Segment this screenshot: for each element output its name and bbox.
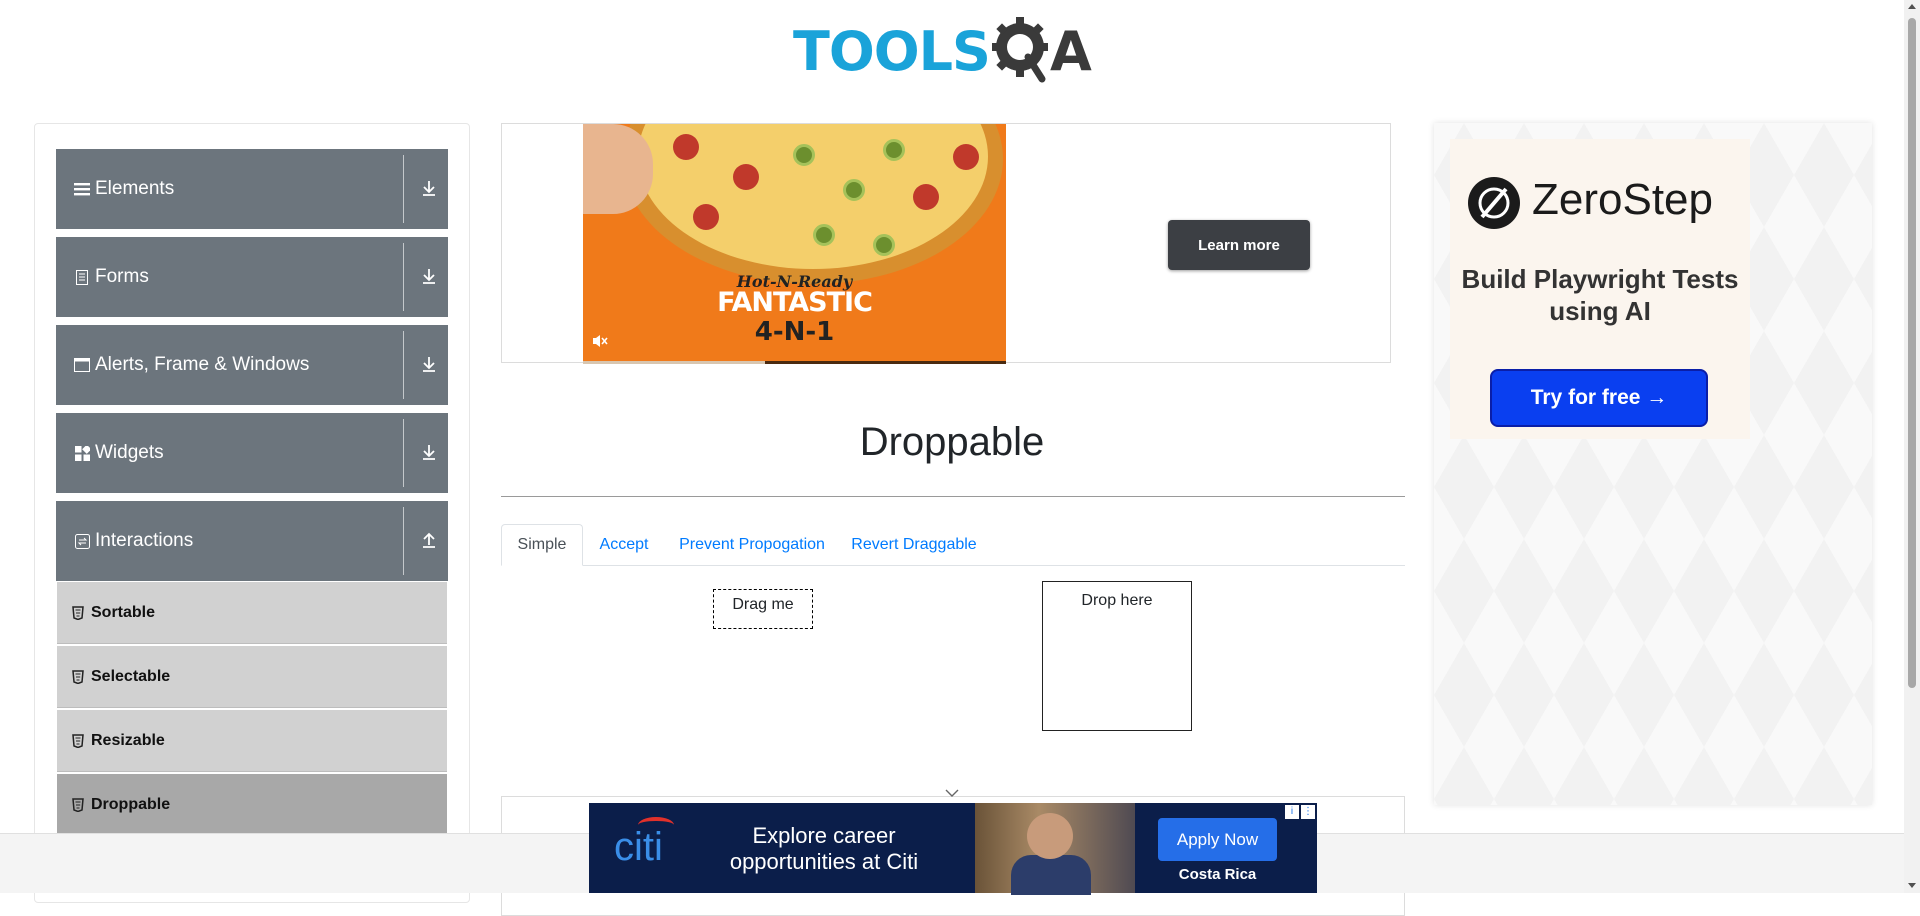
location-label: Costa Rica bbox=[1178, 866, 1257, 883]
tab-revert-draggable[interactable]: Revert Draggable bbox=[839, 524, 989, 566]
ad-headline: FANTASTIC bbox=[717, 287, 873, 318]
html5-icon bbox=[72, 733, 84, 748]
ad-options-icon[interactable]: ⋮ bbox=[1301, 805, 1315, 819]
pepperoni bbox=[693, 204, 719, 230]
pizza-ad-image[interactable]: Hot-N-Ready FANTASTIC 4-N-1 bbox=[583, 124, 1006, 364]
widgets-icon bbox=[73, 444, 91, 462]
sidebar-group-label: Interactions bbox=[95, 530, 194, 551]
jalapeno bbox=[883, 139, 905, 161]
download-arrow-icon[interactable] bbox=[418, 353, 440, 375]
learn-more-button[interactable]: Learn more bbox=[1168, 220, 1310, 270]
page-title: Droppable bbox=[859, 420, 1045, 464]
sidebar-item-selectable[interactable]: Selectable bbox=[57, 646, 447, 708]
sidebar-group-label: Alerts, Frame & Windows bbox=[95, 354, 310, 375]
sidebar-item-label: Droppable bbox=[91, 795, 171, 813]
upload-arrow-icon[interactable] bbox=[418, 529, 440, 551]
gear-magnifier-icon bbox=[991, 17, 1048, 83]
sidebar-group-label: Forms bbox=[95, 266, 149, 287]
sidebar-group-elements[interactable]: Elements bbox=[56, 149, 448, 229]
jalapeno bbox=[793, 144, 815, 166]
html5-icon bbox=[72, 797, 84, 812]
sidebar-item-label: Sortable bbox=[91, 603, 156, 621]
left-panel: Elements Forms Alerts, Frame & Windows W… bbox=[34, 123, 470, 903]
ad-subline: 4-N-1 bbox=[754, 317, 835, 347]
document-icon bbox=[73, 268, 91, 286]
sidebar-group-forms[interactable]: Forms bbox=[56, 237, 448, 317]
divider bbox=[403, 507, 404, 575]
sidebar-item-label: Selectable bbox=[91, 667, 171, 685]
top-advertisement[interactable]: Hot-N-Ready FANTASTIC 4-N-1 Learn more bbox=[501, 123, 1391, 364]
window-icon bbox=[73, 356, 91, 374]
divider bbox=[403, 155, 404, 223]
try-for-free-button[interactable]: Try for free → bbox=[1490, 369, 1708, 427]
download-arrow-icon[interactable] bbox=[418, 177, 440, 199]
video-progress-fill bbox=[583, 361, 765, 364]
sidebar-group-interactions[interactable]: Interactions bbox=[56, 501, 448, 581]
interactions-icon bbox=[73, 532, 91, 550]
ad-info-icon[interactable]: i bbox=[1285, 805, 1299, 819]
scroll-down-arrow[interactable] bbox=[1908, 883, 1916, 888]
chevron-down-icon[interactable] bbox=[944, 787, 960, 799]
pepperoni bbox=[953, 144, 979, 170]
tab-accept[interactable]: Accept bbox=[583, 524, 665, 566]
person-head bbox=[1027, 813, 1073, 859]
sidebar-group-label: Elements bbox=[95, 178, 175, 199]
toolsqa-logo[interactable]: TOOLS A bbox=[793, 14, 1117, 90]
pepperoni bbox=[913, 184, 939, 210]
pepperoni bbox=[673, 134, 699, 160]
droppable-target[interactable]: Drop here bbox=[1042, 581, 1192, 731]
logo-qa-text: A bbox=[1049, 20, 1092, 83]
sidebar-item-droppable[interactable]: Droppable bbox=[57, 774, 447, 836]
bottom-advertisement[interactable]: citi Explore career opportunities at Cit… bbox=[589, 803, 1317, 895]
tab-prevent-propogation[interactable]: Prevent Propogation bbox=[665, 524, 839, 566]
sidebar-item-sortable[interactable]: Sortable bbox=[57, 582, 447, 644]
right-advertisement[interactable]: ZeroStep Build Playwright Tests using AI… bbox=[1434, 123, 1872, 805]
draggable-box[interactable]: Drag me bbox=[713, 589, 813, 629]
sidebar-group-widgets[interactable]: Widgets bbox=[56, 413, 448, 493]
zerostep-brand: ZeroStep bbox=[1532, 175, 1713, 224]
citi-logo: citi bbox=[614, 825, 663, 869]
hand-image bbox=[583, 124, 653, 214]
divider bbox=[403, 331, 404, 399]
jalapeno bbox=[873, 234, 895, 256]
sidebar-group-label: Widgets bbox=[95, 442, 164, 463]
html5-icon bbox=[72, 605, 84, 620]
hamburger-icon bbox=[73, 180, 91, 198]
jalapeno bbox=[843, 179, 865, 201]
download-arrow-icon[interactable] bbox=[418, 441, 440, 463]
pepperoni bbox=[733, 164, 759, 190]
title-divider bbox=[501, 496, 1405, 497]
scrollbar-thumb[interactable] bbox=[1908, 18, 1916, 688]
zerostep-logo-icon bbox=[1468, 177, 1520, 229]
vertical-scrollbar[interactable] bbox=[1904, 0, 1920, 893]
divider bbox=[403, 243, 404, 311]
mute-icon[interactable] bbox=[591, 332, 609, 350]
html5-icon bbox=[72, 669, 84, 684]
person-photo bbox=[975, 803, 1135, 895]
sidebar-item-resizable[interactable]: Resizable bbox=[57, 710, 447, 772]
tab-bar: Simple Accept Prevent Propogation Revert… bbox=[501, 524, 1405, 566]
jalapeno bbox=[813, 224, 835, 246]
sidebar-item-label: Resizable bbox=[91, 731, 165, 749]
citi-ad-text: Explore career opportunities at Citi bbox=[729, 823, 919, 874]
scroll-up-arrow[interactable] bbox=[1908, 4, 1916, 9]
person-body bbox=[1011, 855, 1091, 895]
logo-text: TOOLS bbox=[793, 20, 991, 83]
divider bbox=[403, 419, 404, 487]
video-progress-bar bbox=[583, 361, 1006, 364]
zerostep-card[interactable]: ZeroStep Build Playwright Tests using AI… bbox=[1450, 139, 1750, 439]
sidebar-group-alerts[interactable]: Alerts, Frame & Windows bbox=[56, 325, 448, 405]
download-arrow-icon[interactable] bbox=[418, 265, 440, 287]
apply-now-button[interactable]: Apply Now bbox=[1158, 818, 1277, 861]
tab-simple[interactable]: Simple bbox=[501, 524, 583, 566]
zerostep-tagline: Build Playwright Tests using AI bbox=[1461, 264, 1739, 326]
